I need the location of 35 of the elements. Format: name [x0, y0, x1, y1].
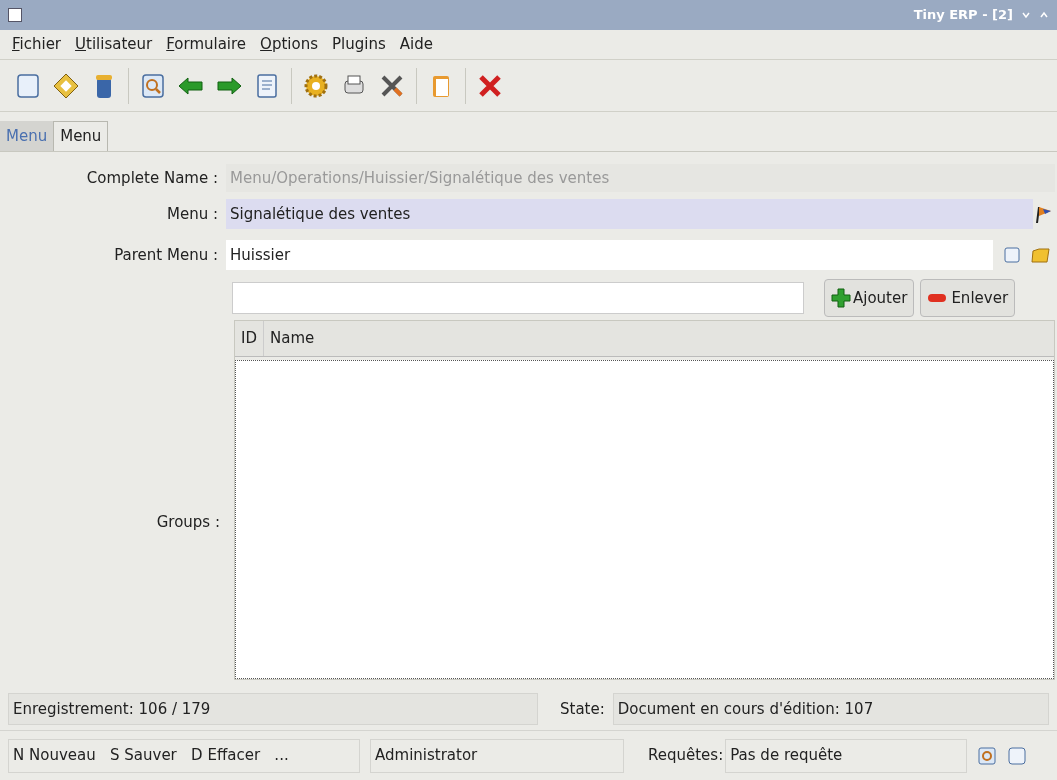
menu-item[interactable]: Plugins [332, 33, 386, 56]
minus-icon [927, 293, 948, 303]
window-icon [8, 8, 22, 22]
field-label: Complete Name : [85, 167, 219, 189]
plus-icon [831, 288, 851, 308]
maximize-icon[interactable] [1039, 10, 1049, 20]
user-status: Administrator [370, 738, 624, 773]
requests-label: Requêtes: [648, 745, 724, 767]
record-counter: Enregistrement: 106 / 179 [8, 693, 538, 725]
new-document-icon[interactable] [1003, 246, 1021, 264]
parent-menu-field[interactable]: Huissier [226, 240, 993, 270]
tab[interactable]: Menu [53, 121, 109, 151]
add-button[interactable]: Ajouter [824, 279, 915, 317]
search-icon[interactable] [977, 745, 998, 766]
shortcut-hints: N Nouveau S Sauver D Effacer ... [8, 738, 360, 773]
state-status: Document en cours d'édition: 107 [612, 693, 1049, 725]
menu-field[interactable]: Signalétique des ventes [226, 199, 1033, 229]
column-header[interactable]: ID [235, 321, 264, 356]
menu-item[interactable]: Options [260, 33, 318, 56]
folder-icon[interactable] [1031, 246, 1051, 264]
field-label: Menu : [166, 203, 219, 225]
column-header[interactable]: Name [264, 321, 1054, 356]
field-label: Parent Menu : [113, 244, 219, 266]
field-label: Groups : [156, 511, 220, 533]
menu-item[interactable]: Formulaire [166, 33, 247, 56]
menu-item[interactable]: Fichier [12, 33, 62, 56]
requests-status: Pas de requête [725, 738, 968, 773]
search-field[interactable] [232, 282, 804, 314]
state-label: State: [560, 698, 605, 720]
menu-item[interactable]: Aide [399, 33, 433, 56]
new-document-icon[interactable] [1007, 745, 1028, 766]
minimize-icon[interactable] [1021, 10, 1031, 20]
menu-item[interactable]: Utilisateur [75, 33, 153, 56]
remove-button[interactable]: Enlever [920, 279, 1016, 317]
window-title: Tiny ERP - [2] [913, 6, 1013, 25]
